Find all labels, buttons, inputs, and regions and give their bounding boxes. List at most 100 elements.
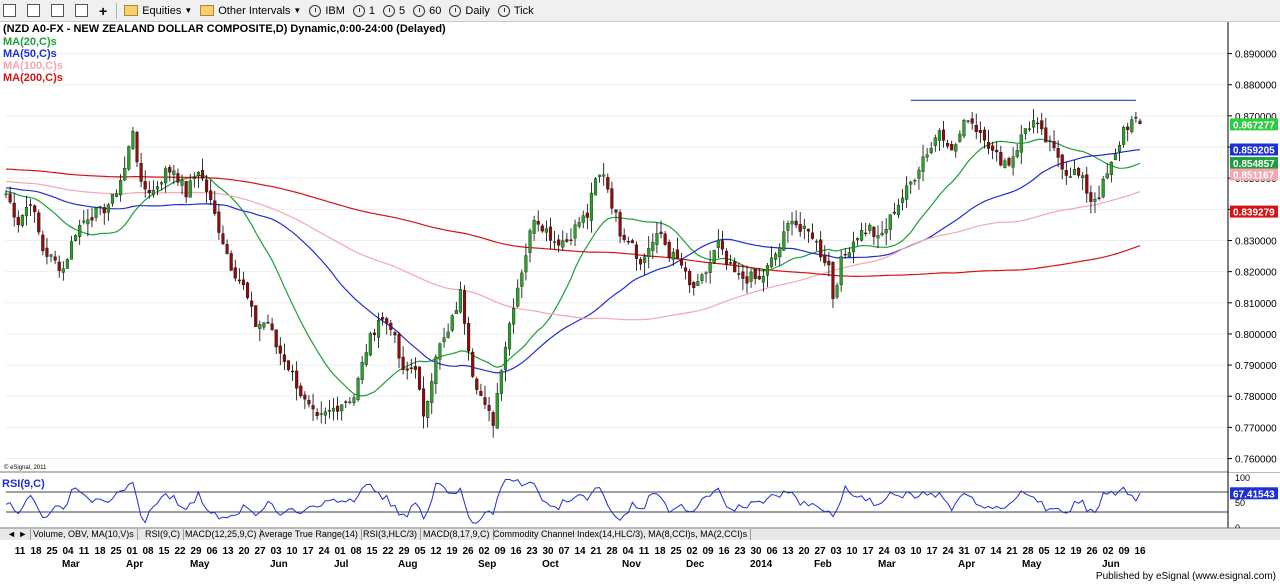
x-day-label: 05 [414, 546, 426, 557]
candle-body [720, 240, 724, 250]
rsi-label[interactable]: RSI(9,C) [2, 478, 45, 490]
candle-body [761, 275, 765, 283]
candle-body [589, 192, 593, 221]
price-flag-label: 0.839279 [1233, 208, 1275, 219]
candle-body [946, 142, 950, 147]
candle-body [667, 242, 671, 258]
equities-menu-button[interactable]: Equities ▼ [121, 2, 195, 20]
study-label-ma200[interactable]: MA(200,C)s [3, 72, 63, 84]
interval-button-ibm[interactable]: IBM [306, 2, 348, 20]
candle-body [274, 329, 278, 348]
candle-body [229, 253, 233, 271]
tab-macd-8[interactable]: MACD(8,17,9,C) [420, 529, 494, 540]
interval-label: IBM [325, 4, 345, 17]
x-day-label: 09 [702, 546, 714, 557]
x-month-label: Aug [398, 559, 417, 570]
x-day-label: 19 [1070, 546, 1082, 557]
price-chart[interactable]: 0.8900000.8800000.8700000.8600000.850000… [0, 22, 1280, 572]
x-day-label: 12 [430, 546, 442, 557]
candle-body [114, 193, 119, 197]
candle-body [155, 186, 160, 190]
candle-body [1040, 120, 1044, 130]
study-label-ma50[interactable]: MA(50,C)s [3, 48, 57, 60]
candle-body [770, 257, 774, 268]
candle-body [540, 225, 544, 232]
tab-atr[interactable]: Average True Range(14) [256, 529, 362, 540]
pan-tool-icon[interactable] [0, 2, 22, 20]
candle-body [376, 319, 381, 338]
price-flag-label: 0.851167 [1233, 171, 1275, 182]
candle-body [679, 259, 684, 266]
candle-body [65, 259, 69, 269]
zoom-tool-icon[interactable] [24, 2, 46, 20]
y-tick-label: 0.790000 [1235, 361, 1277, 372]
candle-body [41, 234, 45, 252]
candle-body [1097, 197, 1101, 199]
candle-body [86, 219, 90, 225]
x-day-label: 06 [206, 546, 218, 557]
x-day-label: 04 [622, 546, 634, 557]
candle-body [291, 370, 295, 373]
candle-body [749, 271, 753, 282]
tab-scroll-arrows[interactable]: ◄ ► [4, 529, 32, 540]
tab-macd-12[interactable]: MACD(12,25,9,C) [182, 529, 261, 540]
candle-body [200, 170, 205, 179]
x-day-label: 15 [158, 546, 170, 557]
candle-body [53, 256, 57, 261]
study-label-ma100[interactable]: MA(100,C)s [3, 60, 63, 72]
candle-body [708, 262, 712, 273]
candle-body [565, 239, 569, 242]
tab-rsi-3[interactable]: RSI(3,HLC/3) [360, 529, 422, 540]
study-label-ma20[interactable]: MA(20,C)s [3, 36, 57, 48]
interval-button-60[interactable]: 60 [410, 2, 444, 20]
x-day-label: 19 [446, 546, 458, 557]
candle-body [135, 131, 139, 163]
candle-body [884, 229, 888, 234]
other-intervals-menu-button[interactable]: Other Intervals ▼ [197, 2, 304, 20]
candle-body [180, 179, 184, 186]
x-day-label: 25 [46, 546, 58, 557]
candle-body [78, 225, 82, 237]
candle-body [217, 211, 221, 233]
candle-body [544, 228, 548, 233]
interval-button-tick[interactable]: Tick [495, 2, 537, 20]
candle-body [659, 231, 663, 235]
candle-body [692, 282, 696, 288]
x-day-label: 10 [286, 546, 298, 557]
x-day-label: 24 [942, 546, 954, 557]
candle-body [491, 412, 495, 426]
tab-volume[interactable]: Volume, OBV, MA(10,V)s [30, 529, 138, 540]
candle-body [303, 394, 307, 400]
candle-body [614, 209, 618, 213]
interval-button-1[interactable]: 1 [350, 2, 378, 20]
x-day-label: 23 [734, 546, 746, 557]
chart-area[interactable]: 0.8900000.8800000.8700000.8600000.850000… [0, 22, 1280, 572]
candle-body [323, 411, 327, 416]
candle-body [385, 318, 389, 324]
candle-body [266, 322, 270, 324]
candle-body [1093, 198, 1097, 202]
candle-body [450, 315, 454, 331]
date-axis: 11 18 25 04 11 18 25 01 08 15 22 29 06 13 20 27 03 10 17 24… [0, 541, 1280, 571]
candle-body [970, 118, 974, 124]
candle-body [532, 219, 536, 234]
candle-body [921, 156, 925, 172]
candle-body [962, 120, 966, 137]
tab-cci[interactable]: Commodity Channel Index(14,HLC/3), MA(8,… [490, 529, 752, 540]
x-day-label: 12 [1054, 546, 1066, 557]
properties-icon[interactable] [72, 2, 94, 20]
x-day-label: 03 [894, 546, 906, 557]
interval-button-daily[interactable]: Daily [446, 2, 492, 20]
crosshair-icon[interactable]: + [96, 2, 110, 20]
interval-button-5[interactable]: 5 [380, 2, 408, 20]
tab-rsi-9[interactable]: RSI(9,C) [142, 529, 185, 540]
candle-body [426, 401, 430, 418]
candle-body [102, 207, 106, 214]
print-icon[interactable] [48, 2, 70, 20]
candle-body [847, 252, 851, 258]
x-day-label: 16 [718, 546, 730, 557]
copyright-text: © eSignal, 2011 [4, 464, 47, 471]
candle-body [1077, 168, 1081, 176]
candle-body [855, 238, 860, 241]
x-day-label: 20 [238, 546, 250, 557]
